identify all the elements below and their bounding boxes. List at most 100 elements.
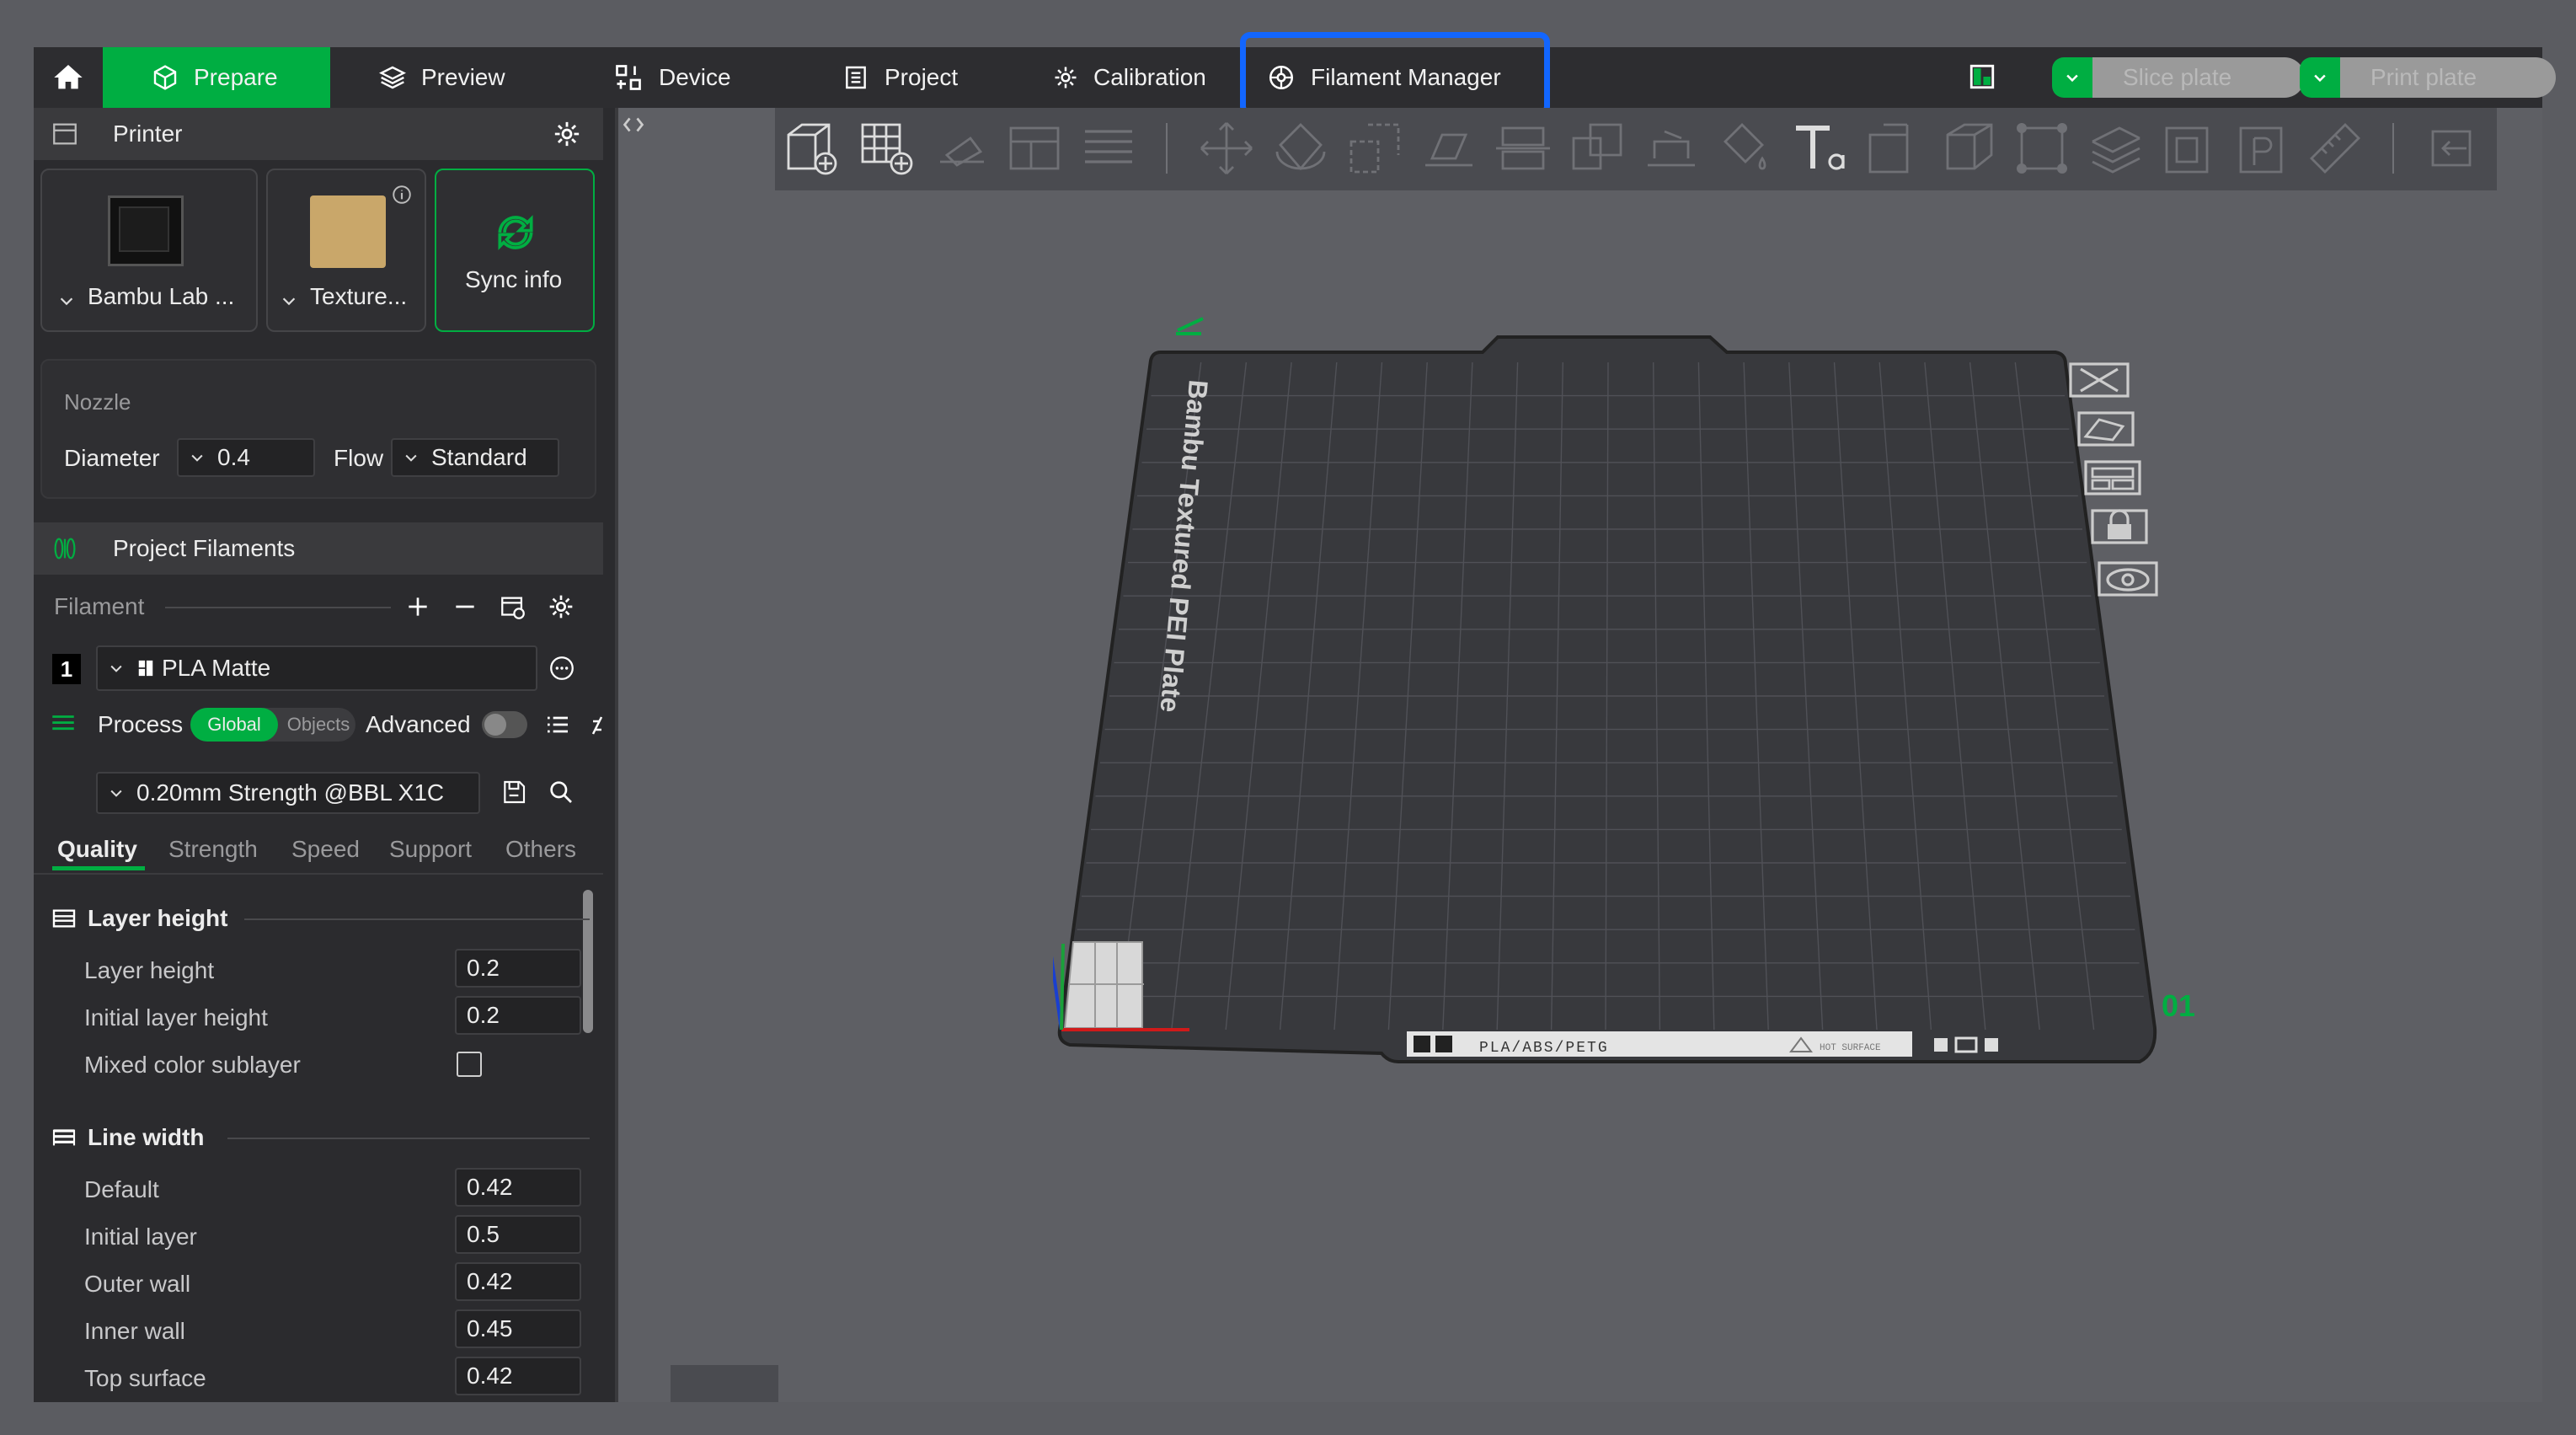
lay-on-face-icon[interactable] — [1419, 118, 1479, 179]
setting-label: Layer height — [84, 957, 215, 983]
process-preset-dropdown[interactable]: 0.20mm Strength @BBL X1C — [96, 772, 480, 814]
filament-icon — [54, 538, 76, 560]
orient-icon[interactable] — [930, 118, 991, 179]
measure-icon[interactable] — [1937, 118, 1998, 179]
rotate-icon[interactable] — [1270, 118, 1331, 179]
gear-icon — [1055, 67, 1077, 88]
global-option[interactable]: Global — [190, 708, 278, 742]
tab-label: Project — [884, 64, 959, 90]
setting-label: Initial layer — [84, 1223, 197, 1250]
tab-prepare[interactable]: Prepare — [103, 47, 330, 108]
tab-project[interactable]: Project — [842, 47, 958, 108]
tab-quality[interactable]: Quality — [57, 836, 137, 863]
seam-paint-icon[interactable] — [2231, 118, 2291, 179]
flow-dropdown[interactable]: Standard — [391, 438, 559, 477]
gear-icon[interactable] — [553, 120, 581, 148]
tab-label: Device — [659, 64, 731, 90]
top-surface-line-width-input[interactable]: 0.42 — [455, 1357, 581, 1395]
setting-label: Initial layer height — [84, 1004, 268, 1031]
arrange-plate-icon[interactable] — [2082, 458, 2143, 497]
search-icon[interactable] — [548, 779, 575, 806]
minus-icon[interactable] — [452, 593, 478, 620]
color-paint-icon[interactable] — [1715, 118, 1776, 179]
plate-settings-icon[interactable] — [2096, 560, 2160, 598]
plate-type-name: Texture... — [310, 283, 408, 309]
sync-info-button[interactable]: Sync info — [435, 169, 595, 332]
brim-ears-icon[interactable] — [2156, 118, 2217, 179]
build-plate-view[interactable]: PLA/ABS/PETG HOT SURFACE Bambu Textured … — [1053, 303, 2232, 1079]
layout-toggle-icon[interactable] — [1968, 62, 1996, 91]
toolbar-separator — [1166, 123, 1168, 174]
assembly-icon[interactable] — [2012, 118, 2072, 179]
inner-wall-line-width-input[interactable]: 0.45 — [455, 1309, 581, 1348]
flow-label: Flow — [334, 445, 384, 471]
settings-scrollbar[interactable] — [583, 890, 593, 1033]
tab-others[interactable]: Others — [505, 836, 576, 863]
split-objects-icon[interactable] — [1078, 118, 1139, 179]
tab-device[interactable]: Device — [613, 47, 731, 108]
process-scope-toggle[interactable]: Global Objects — [190, 708, 355, 742]
arrange-icon[interactable] — [1004, 118, 1065, 179]
chevron-down-icon — [110, 665, 122, 672]
tab-preview[interactable]: Preview — [379, 47, 505, 108]
panel-splitter[interactable] — [615, 108, 618, 1402]
objects-option[interactable]: Objects — [281, 708, 355, 742]
highlight-box — [1240, 32, 1550, 116]
save-icon[interactable] — [500, 779, 527, 806]
plate-grid — [1067, 361, 2144, 1031]
setting-label: Outer wall — [84, 1271, 191, 1297]
lock-plate-icon[interactable] — [2089, 507, 2150, 546]
tab-strength[interactable]: Strength — [168, 836, 258, 863]
default-line-width-input[interactable]: 0.42 — [455, 1168, 581, 1207]
plate-number: 01 — [2162, 988, 2195, 1023]
collapse-sidebar-icon[interactable] — [618, 113, 649, 137]
tab-label: Calibration — [1093, 64, 1206, 90]
mixed-color-checkbox[interactable] — [457, 1052, 482, 1077]
process-preset-value: 0.20mm Strength @BBL X1C — [136, 779, 445, 806]
printer-selector[interactable]: Bambu Lab ... — [40, 169, 258, 332]
advanced-toggle[interactable] — [482, 711, 527, 738]
edit-plate-name-icon[interactable] — [1176, 317, 1204, 335]
add-cube-icon[interactable] — [782, 118, 842, 179]
layer-height-icon — [52, 909, 76, 928]
tab-support[interactable]: Support — [389, 836, 472, 863]
divider — [34, 873, 603, 875]
tab-speed[interactable]: Speed — [291, 836, 360, 863]
chevron-down-icon — [405, 454, 417, 462]
svg-emboss-icon[interactable] — [1863, 118, 1924, 179]
tab-calibration[interactable]: Calibration — [1053, 47, 1206, 108]
outer-wall-line-width-input[interactable]: 0.42 — [455, 1262, 581, 1301]
layer-height-input[interactable]: 0.2 — [455, 949, 581, 988]
support-paint-icon[interactable] — [1641, 118, 1702, 179]
list-icon[interactable] — [544, 711, 571, 738]
initial-layer-line-width-input[interactable]: 0.5 — [455, 1215, 581, 1254]
gear-icon[interactable] — [548, 593, 575, 620]
plus-icon[interactable] — [404, 593, 431, 620]
bottom-panel-tab[interactable] — [671, 1365, 778, 1402]
scale-icon[interactable] — [1344, 118, 1405, 179]
plate-type-selector[interactable]: Texture... — [266, 169, 426, 332]
info-icon[interactable] — [391, 184, 413, 206]
return-icon[interactable] — [2423, 118, 2483, 179]
flow-value: Standard — [431, 444, 527, 470]
orient-plate-icon[interactable] — [2076, 410, 2136, 448]
compare-icon[interactable] — [590, 713, 605, 738]
ruler-icon[interactable] — [2305, 118, 2365, 179]
slice-plate-button[interactable]: Slice plate — [2052, 57, 2305, 98]
home-button[interactable] — [34, 47, 103, 108]
initial-layer-height-input[interactable]: 0.2 — [455, 996, 581, 1035]
delete-plate-icon[interactable] — [2067, 361, 2131, 399]
variable-layer-height-icon[interactable] — [2086, 118, 2146, 179]
cut-icon[interactable] — [1493, 118, 1553, 179]
cube-icon — [153, 65, 177, 90]
filament-slot-badge[interactable]: 1 — [52, 654, 81, 684]
filament-sync-icon[interactable] — [499, 593, 527, 622]
more-options-icon[interactable] — [548, 654, 576, 683]
move-icon[interactable] — [1196, 118, 1257, 179]
add-plate-icon[interactable] — [856, 118, 917, 179]
diameter-dropdown[interactable]: 0.4 — [177, 438, 315, 477]
print-plate-button[interactable]: Print plate — [2300, 57, 2556, 98]
filament-dropdown[interactable]: PLA Matte — [96, 645, 537, 691]
mesh-boolean-icon[interactable] — [1567, 118, 1627, 179]
text-icon[interactable] — [1789, 118, 1850, 179]
